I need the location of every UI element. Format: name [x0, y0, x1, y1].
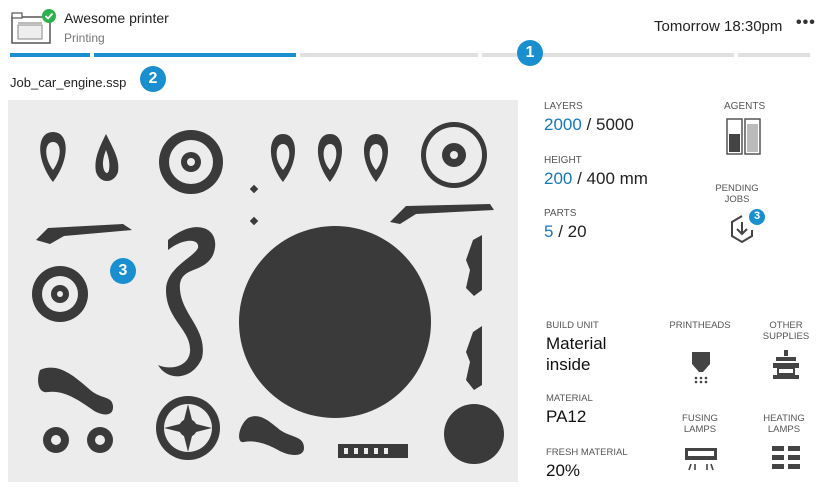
part-blade [390, 204, 494, 224]
agents-label: AGENTS [724, 101, 766, 112]
other-supplies-icon[interactable] [770, 348, 802, 389]
fusing-lamps-icon[interactable] [684, 446, 718, 479]
fusing-lamps-label: FUSING LAMPS [682, 413, 718, 435]
part-teardrop [317, 134, 343, 182]
part-hook [466, 235, 482, 296]
pending-jobs-count: 3 [753, 210, 761, 222]
agents-level-icon[interactable] [726, 118, 762, 161]
callout-1: 1 [517, 40, 543, 66]
part-teardrop [270, 134, 296, 182]
part-bracket [38, 367, 114, 415]
printer-name: Awesome printer [64, 10, 169, 26]
printer-icon [10, 8, 56, 46]
part-shapes [32, 122, 504, 464]
callout-2: 2 [140, 66, 166, 92]
heating-lamps-label: HEATING LAMPS [763, 413, 805, 435]
build-unit-value: Material inside [546, 334, 607, 374]
height-value: 200 / 400 mm [544, 169, 648, 188]
part-bracket [239, 416, 304, 455]
build-unit-label: BUILD UNIT [546, 320, 599, 331]
layers-label: LAYERS [544, 101, 583, 112]
printer-status: Printing [64, 31, 105, 45]
part-arm [158, 227, 216, 377]
part-drop [95, 134, 119, 181]
progress-segment [738, 53, 810, 57]
pending-jobs-label: PENDING JOBS [715, 183, 759, 205]
heating-lamps-icon[interactable] [770, 444, 802, 479]
pending-jobs-icon[interactable] [728, 208, 768, 253]
build-preview[interactable] [8, 100, 518, 482]
part-blade [36, 224, 132, 244]
progress-segment [94, 53, 296, 57]
part-teardrop [40, 132, 66, 182]
more-menu-button[interactable]: ••• [796, 14, 816, 32]
part-hook [466, 326, 482, 390]
printheads-icon[interactable] [688, 350, 714, 389]
parts-value: 5 / 20 [544, 222, 587, 241]
material-value: PA12 [546, 407, 587, 426]
other-supplies-label: OTHER SUPPLIES [762, 320, 810, 342]
material-label: MATERIAL [546, 393, 593, 404]
fresh-material-label: FRESH MATERIAL [546, 447, 628, 458]
progress-segment [10, 53, 90, 57]
parts-label: PARTS [544, 208, 577, 219]
progress-segment [300, 53, 478, 57]
job-filename: Job_car_engine.ssp [10, 75, 127, 90]
layers-value: 2000 / 5000 [544, 115, 634, 134]
fresh-material-value: 20% [546, 461, 581, 480]
part-large-disc [239, 226, 431, 418]
part-teardrop [363, 134, 389, 182]
callout-3: 3 [110, 258, 136, 284]
part-diamond [249, 184, 259, 194]
estimated-completion: Tomorrow 18:30pm [654, 18, 783, 35]
part-disc [444, 404, 504, 464]
height-label: HEIGHT [544, 155, 582, 166]
part-diamond [249, 216, 259, 226]
part-comb [338, 444, 408, 458]
printheads-label: PRINTHEADS [669, 320, 731, 331]
